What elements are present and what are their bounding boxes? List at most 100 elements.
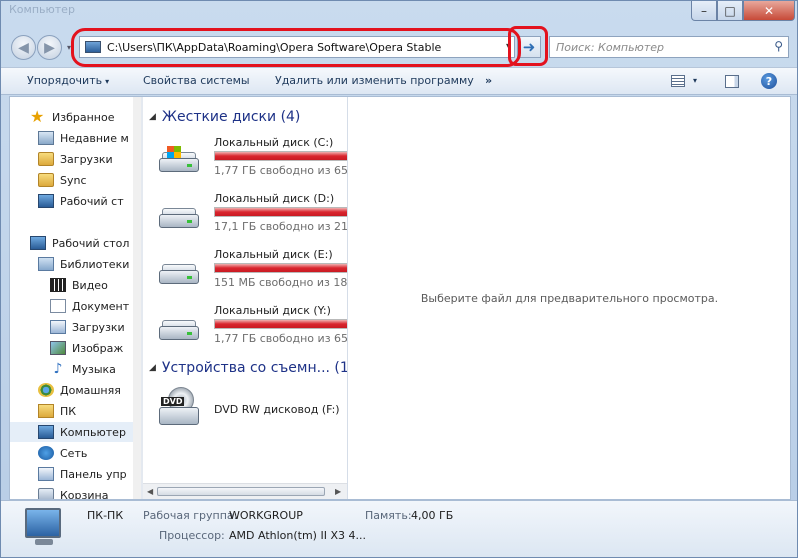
hard-drive-icon [159,146,201,174]
preview-pane-icon[interactable] [725,75,739,88]
go-button[interactable]: ➜ [517,36,541,58]
monitor-stand-icon [35,539,53,545]
folder-icon [38,173,54,187]
star-icon: ★ [30,107,45,126]
sidebar-item-sync[interactable]: Sync [38,170,87,190]
sidebar-item-recycle-bin[interactable]: Корзина [38,485,108,499]
sidebar-item-music[interactable]: ♪ Музыка [50,359,116,379]
video-icon [50,278,66,292]
details-pane: ПК-ПК Рабочая группа: WORKGROUP Память: … [1,500,797,557]
sidebar-item-control-panel[interactable]: Панель упр [38,464,127,484]
sidebar-item-recent[interactable]: Недавние м [38,128,129,148]
change-view-icon[interactable] [671,75,685,87]
recent-pages-dropdown[interactable]: ▾ [67,43,71,52]
organize-menu[interactable]: Упорядочить ▾ [27,74,109,87]
drive-free-space: 17,1 ГБ свободно из 211 [214,220,347,233]
hard-drives-title: Жесткие диски (4) [161,109,301,125]
sidebar-item-label: Библиотеки [60,257,130,271]
computer-icon [38,425,54,439]
scroll-right-icon[interactable]: ▶ [335,487,341,496]
sidebar-item-documents[interactable]: Документ [50,296,129,316]
hard-drives-header[interactable]: ◢ Жесткие диски (4) [149,107,300,127]
help-icon[interactable]: ? [761,73,777,89]
close-button[interactable]: ✕ [743,1,795,21]
sidebar-item-video[interactable]: Видео [50,275,108,295]
memory-label: Память: [365,509,412,522]
forward-button[interactable]: ▶ [37,35,62,60]
sidebar-item-network[interactable]: Сеть [38,443,87,463]
address-bar[interactable]: C:\Users\ПК\AppData\Roaming\Opera Softwa… [79,36,515,58]
organize-label: Упорядочить [27,74,103,87]
document-icon [50,299,66,313]
processor-value: AMD Athlon(tm) II X3 4... [229,529,366,542]
sidebar-item-label: ПК [60,404,77,418]
navigation-scrollbar[interactable] [133,97,141,499]
sidebar-item-label: Избранное [52,110,115,124]
navigation-pane: ★ Избранное Недавние м Загрузки Sync Рабо… [10,97,133,499]
sidebar-item-label: Недавние м [60,131,129,145]
sidebar-item-label: Рабочий ст [60,194,124,208]
uninstall-program-button[interactable]: Удалить или изменить программу [275,74,474,87]
scroll-left-icon[interactable]: ◀ [147,487,153,496]
close-icon: ✕ [763,3,775,18]
drive-free-space: 1,77 ГБ свободно из 65,8 [214,164,347,177]
removable-devices-title: Устройства со съемн... (1) [161,360,347,376]
more-commands-button[interactable]: » [485,74,492,87]
user-folder-icon [38,404,54,418]
desktop-icon [30,236,46,250]
collapse-triangle-icon: ◢ [149,363,156,373]
sidebar-item-label: Изображ [72,341,124,355]
sidebar-item-desktop[interactable]: Рабочий стол [30,233,129,253]
minimize-icon: – [701,3,707,18]
sidebar-item-label: Музыка [72,362,116,376]
workgroup-label: Рабочая группа: [143,509,238,522]
sidebar-item-label: Sync [60,173,87,187]
go-arrow-icon: ➜ [522,38,536,56]
address-path[interactable]: C:\Users\ПК\AppData\Roaming\Opera Softwa… [107,41,441,54]
music-note-icon: ♪ [53,361,63,377]
drive-name: DVD RW дисковод (F:) [214,403,340,416]
back-button[interactable]: ◀ [11,35,36,60]
sidebar-item-label: Документ [72,299,130,313]
forward-arrow-icon: ▶ [44,39,55,56]
desktop-icon [38,194,54,208]
drive-free-space: 151 МБ свободно из 188 [214,276,347,289]
sidebar-item-desktop-fav[interactable]: Рабочий ст [38,191,124,211]
sidebar-item-lib-downloads[interactable]: Загрузки [50,317,125,337]
minimize-button[interactable]: – [691,1,717,21]
system-properties-button[interactable]: Свойства системы [143,74,250,87]
drive-free-space: 1,77 ГБ свободно из 65,8 [214,332,347,345]
search-icon[interactable]: ⚲ [774,39,783,53]
recent-places-icon [38,131,54,145]
computer-name: ПК-ПК [87,509,124,522]
sidebar-item-label: Сеть [60,446,88,460]
preview-message: Выберите файл для предварительного просм… [420,292,719,305]
address-dropdown[interactable]: ▾ [506,41,510,50]
memory-value: 4,00 ГБ [411,509,454,522]
horizontal-scrollbar[interactable]: ◀ ▶ [143,483,347,499]
pictures-icon [50,341,66,355]
computer-icon [85,41,101,53]
sidebar-item-label: Домашняя [60,383,121,397]
sidebar-item-user[interactable]: ПК [38,401,76,421]
search-input[interactable] [550,37,750,57]
hard-drive-icon [159,264,201,286]
drive-usage-bar [214,151,347,161]
maximize-button[interactable]: □ [717,1,743,21]
sidebar-item-computer[interactable]: Компьютер [10,422,133,442]
search-box[interactable]: ⚲ [549,36,789,58]
view-options-dropdown[interactable]: ▾ [693,76,697,85]
sidebar-item-label: Загрузки [60,152,113,166]
title-bar[interactable]: Компьютер – □ ✕ [1,1,797,29]
hard-drive-icon [159,208,201,230]
removable-devices-header[interactable]: ◢ Устройства со съемн... (1) [149,358,347,378]
sidebar-item-homegroup[interactable]: Домашняя [38,380,121,400]
dvd-drive-icon: DVD [159,387,203,429]
scrollbar-thumb[interactable] [157,487,325,496]
sidebar-item-favorites[interactable]: ★ Избранное [30,107,114,127]
maximize-icon: □ [724,3,736,18]
sidebar-item-downloads[interactable]: Загрузки [38,149,113,169]
homegroup-icon [38,383,54,397]
sidebar-item-libraries[interactable]: Библиотеки [38,254,129,274]
sidebar-item-pictures[interactable]: Изображ [50,338,123,358]
